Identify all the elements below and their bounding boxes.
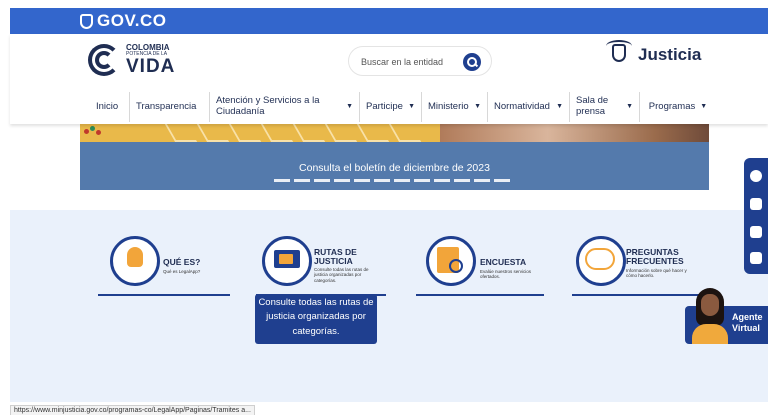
card-rutas-de-justicia[interactable]: RUTAS DE JUSTICIA Consulte todas las rut… <box>256 236 386 296</box>
gov-co-text: GOV.CO <box>97 11 167 30</box>
search-box <box>348 46 492 76</box>
nav-label: Atención y Servicios a la Ciudadanía <box>216 95 320 117</box>
carousel-dot[interactable] <box>314 179 330 182</box>
berries-decoration <box>84 126 102 136</box>
gov-bar: GOV.CO <box>10 8 768 34</box>
carousel-dot[interactable] <box>494 179 510 182</box>
card-underline <box>416 294 544 296</box>
card-que-es[interactable]: QUÉ ES? Qué es LegalApp? <box>98 236 230 296</box>
carousel-dot[interactable] <box>294 179 310 182</box>
nav-item-atencion[interactable]: Atención y Servicios a la Ciudadanía ▼ <box>210 92 360 122</box>
computer-cursor-icon <box>262 236 312 286</box>
carousel-dot[interactable] <box>434 179 450 182</box>
virtual-agent-label: Agente Virtual <box>732 312 763 333</box>
nav-item-inicio[interactable]: Inicio <box>90 92 130 122</box>
caret-down-icon: ▼ <box>626 102 633 110</box>
font-decrease-icon[interactable] <box>750 198 762 210</box>
speech-bubble-icon <box>576 236 626 286</box>
carousel-dot[interactable] <box>374 179 390 182</box>
caret-down-icon: ▼ <box>474 102 481 110</box>
legalapp-section: QUÉ ES? Qué es LegalApp? RUTAS DE JUSTIC… <box>10 210 768 402</box>
virtual-agent-avatar[interactable] <box>690 288 730 344</box>
nav-label: Sala de prensa <box>576 95 609 117</box>
nav-item-transparencia[interactable]: Transparencia <box>130 92 210 122</box>
caret-down-icon: ▼ <box>700 102 708 110</box>
ministry-logo[interactable]: Justicia <box>606 40 701 70</box>
site-header: COLOMBIA POTENCIA DE LA VIDA Justicia In… <box>10 34 768 124</box>
accessibility-toolbar <box>744 158 768 274</box>
nav-item-normatividad[interactable]: Normatividad ▼ <box>488 92 570 122</box>
survey-magnifier-icon <box>426 236 476 286</box>
banner-photo <box>440 124 709 142</box>
font-increase-icon[interactable] <box>750 226 762 238</box>
nav-item-participe[interactable]: Participe ▼ <box>360 92 422 122</box>
browser-status-url: https://www.minjusticia.gov.co/programas… <box>10 405 255 415</box>
brand-line-3: VIDA <box>126 56 176 77</box>
main-nav: Inicio Transparencia Atención y Servicio… <box>90 92 716 122</box>
nav-item-programas[interactable]: Programas ▼ <box>640 92 716 122</box>
nav-item-ministerio[interactable]: Ministerio ▼ <box>422 92 488 122</box>
sign-language-icon[interactable] <box>750 252 762 264</box>
nav-item-sala-de-prensa[interactable]: Sala de prensa ▼ <box>570 92 640 122</box>
bulletin-banner[interactable]: Consulta el boletín de diciembre de 2023 <box>80 124 709 190</box>
gov-co-logo[interactable]: GOV.CO <box>80 11 166 31</box>
nav-label: Programas <box>648 100 696 112</box>
colombia-logo-icon <box>88 44 120 76</box>
gov-shield-icon <box>80 13 93 29</box>
card-preguntas-frecuentes[interactable]: PREGUNTAS FRECUENTES Información sobre q… <box>572 236 706 296</box>
carousel-dot[interactable] <box>274 179 290 182</box>
card-subtitle: Qué es LegalApp? <box>163 269 201 274</box>
nav-label: Transparencia <box>136 100 197 112</box>
carousel-dot[interactable] <box>414 179 430 182</box>
caret-down-icon: ▼ <box>346 102 353 110</box>
page: GOV.CO COLOMBIA POTENCIA DE LA VIDA Just… <box>0 0 768 415</box>
nav-label: Participe <box>366 100 403 112</box>
carousel-dot[interactable] <box>474 179 490 182</box>
card-subtitle: Consulte todas las rutas de justicia org… <box>314 267 369 283</box>
card-encuesta[interactable]: ENCUESTA Evalúe nuestros servicios ofert… <box>416 236 544 296</box>
ministry-name: Justicia <box>638 45 702 64</box>
carousel-indicators <box>274 179 510 182</box>
card-title: RUTAS DE JUSTICIA <box>314 247 357 266</box>
card-underline <box>572 294 706 296</box>
search-input[interactable] <box>361 53 457 71</box>
card-subtitle: Evalúe nuestros servicios ofertados. <box>480 269 532 280</box>
card-subtitle: Información sobre qué hacer y cómo hacer… <box>626 268 687 279</box>
card-title: PREGUNTAS FRECUENTES <box>626 247 684 266</box>
nav-label: Inicio <box>96 100 119 112</box>
nav-label: Normatividad <box>494 100 550 112</box>
caret-down-icon: ▼ <box>556 102 563 110</box>
lightbulb-icon <box>110 236 160 286</box>
banner-caption: Consulta el boletín de diciembre de 2023 <box>299 162 490 174</box>
carousel-dot[interactable] <box>354 179 370 182</box>
carousel-dot[interactable] <box>334 179 350 182</box>
card-title: ENCUESTA <box>480 257 527 267</box>
rutas-tooltip: Consulte todas las rutas de justicia org… <box>255 294 377 344</box>
carousel-dot[interactable] <box>454 179 470 182</box>
coat-of-arms-icon <box>606 40 632 70</box>
colombia-potencia-logo[interactable]: COLOMBIA POTENCIA DE LA VIDA <box>88 44 175 76</box>
search-icon[interactable] <box>463 53 481 71</box>
brand-text: COLOMBIA POTENCIA DE LA VIDA <box>126 44 176 77</box>
card-underline <box>98 294 230 296</box>
card-title: QUÉ ES? <box>163 257 201 267</box>
carousel-dot[interactable] <box>394 179 410 182</box>
nav-label: Ministerio <box>428 100 469 112</box>
contrast-icon[interactable] <box>750 170 762 182</box>
caret-down-icon: ▼ <box>408 102 415 110</box>
